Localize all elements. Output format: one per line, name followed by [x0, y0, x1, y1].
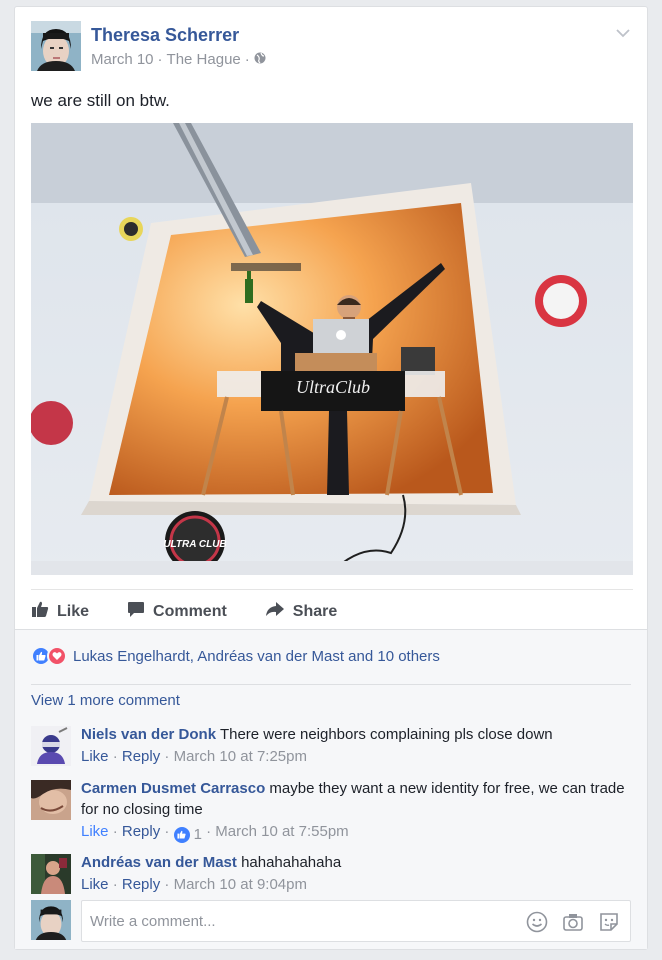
meta-separator: · — [157, 51, 163, 68]
comment-timestamp[interactable]: March 10 at 7:25pm — [174, 748, 307, 765]
comment-footer: Like · Reply · March 10 at 9:04pm — [81, 876, 307, 893]
comment-like-link[interactable]: Like — [81, 876, 109, 893]
comment-text: There were neighbors complaining pls clo… — [219, 726, 553, 743]
post-text: we are still on btw. — [31, 91, 170, 110]
like-label: Like — [57, 602, 90, 620]
author-name[interactable]: Theresa Scherrer — [91, 25, 239, 46]
comment-body: Andréas van der Mast hahahahahaha Like ·… — [81, 852, 631, 895]
comment-author[interactable]: Niels van der Donk — [81, 726, 216, 743]
post-actions-bar: Like Comment Share — [31, 589, 633, 629]
comment-input[interactable]: Write a comment... — [81, 900, 631, 942]
share-arrow-icon — [265, 600, 285, 623]
comment-reply-link[interactable]: Reply — [122, 748, 160, 765]
comment-text: hahahahahaha — [241, 854, 342, 871]
comment-author[interactable]: Andréas van der Mast — [81, 854, 237, 871]
comment-body: Niels van der Donk There were neighbors … — [81, 724, 631, 767]
chevron-down-icon[interactable] — [615, 25, 631, 41]
comment-like-link[interactable]: Like — [81, 748, 109, 765]
thumbs-up-icon — [31, 600, 49, 623]
comment-footer: Like · Reply · March 10 at 7:25pm — [81, 748, 307, 765]
comment-footer: Like · Reply · 1 · March 10 at 7:55pm — [81, 823, 349, 845]
comment-input-placeholder: Write a comment... — [90, 912, 216, 930]
composer-icons — [526, 911, 620, 937]
comment-like-link[interactable]: Like — [81, 823, 109, 840]
sticker-icon[interactable] — [598, 911, 620, 937]
comment-body: Carmen Dusmet Carrasco maybe they want a… — [81, 778, 631, 845]
like-reaction-icon — [173, 826, 190, 843]
share-label: Share — [292, 602, 338, 620]
view-more-comments-link[interactable]: View 1 more comment — [31, 692, 180, 709]
commenter-avatar[interactable] — [31, 726, 71, 766]
ultraclub-sign-text: UltraClub — [296, 377, 370, 397]
ultra-club-badge-text: ULTRA CLUB — [163, 539, 226, 550]
comment-author[interactable]: Carmen Dusmet Carrasco — [81, 780, 265, 797]
globe-icon — [254, 51, 266, 68]
camera-icon[interactable] — [562, 911, 584, 937]
current-user-avatar — [31, 900, 71, 940]
like-button[interactable]: Like — [31, 600, 89, 623]
comment-timestamp[interactable]: March 10 at 7:55pm — [215, 823, 348, 840]
commenter-avatar[interactable] — [31, 780, 71, 820]
comment-composer: Write a comment... — [31, 900, 631, 942]
meta-separator: · — [244, 51, 250, 68]
reactions-summary[interactable]: Lukas Engelhardt, Andréas van der Mast a… — [31, 646, 440, 666]
commenter-avatar[interactable] — [31, 854, 71, 894]
feedback-section: Lukas Engelhardt, Andréas van der Mast a… — [15, 629, 647, 949]
comment-reply-link[interactable]: Reply — [122, 823, 160, 840]
comment-button[interactable]: Comment — [127, 600, 227, 623]
speech-bubble-icon — [127, 600, 145, 623]
love-reaction-icon — [47, 646, 67, 666]
post-location[interactable]: The Hague — [167, 51, 241, 68]
comment-reply-link[interactable]: Reply — [122, 876, 160, 893]
emoji-icon[interactable] — [526, 911, 548, 937]
reactions-text[interactable]: Lukas Engelhardt, Andréas van der Mast a… — [73, 648, 440, 665]
share-button[interactable]: Share — [265, 600, 337, 623]
comment-label: Comment — [153, 602, 227, 620]
comment-like-count[interactable]: 1 — [173, 824, 202, 845]
author-avatar[interactable] — [31, 21, 81, 71]
like-count-value: 1 — [193, 826, 202, 843]
post-meta: March 10 · The Hague · — [91, 51, 266, 68]
comment-timestamp[interactable]: March 10 at 9:04pm — [174, 876, 307, 893]
post-photo[interactable]: UltraClub ULTRA CLUB — [31, 123, 633, 575]
post-card: Theresa Scherrer March 10 · The Hague · … — [14, 6, 648, 950]
post-date[interactable]: March 10 — [91, 51, 154, 68]
divider — [31, 684, 631, 685]
reaction-icons — [31, 646, 67, 666]
